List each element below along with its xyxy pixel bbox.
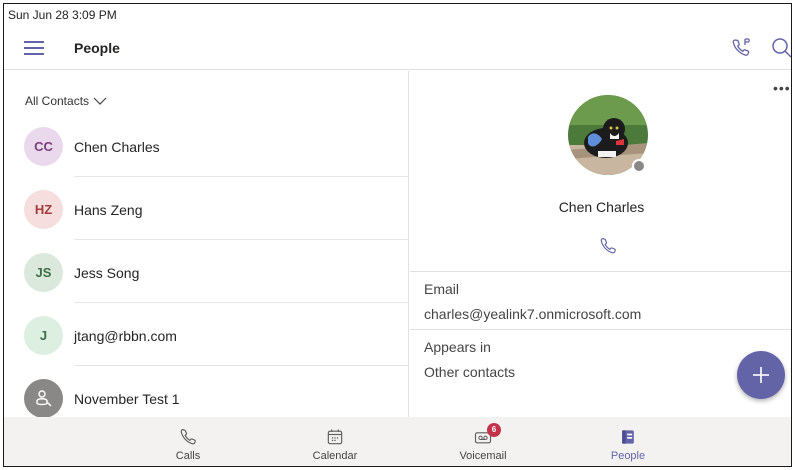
avatar: J bbox=[24, 316, 63, 355]
page-title: People bbox=[74, 40, 120, 56]
divider bbox=[74, 239, 409, 240]
voicemail-count-badge: 6 bbox=[487, 423, 501, 437]
nav-people[interactable]: People bbox=[583, 417, 673, 466]
avatar: CC bbox=[24, 127, 63, 166]
divider bbox=[74, 302, 409, 303]
contacts-filter-dropdown[interactable]: All Contacts bbox=[25, 94, 107, 108]
detail-contact-name: Chen Charles bbox=[558, 199, 645, 215]
avatar: JS bbox=[24, 253, 63, 292]
nav-calendar[interactable]: Calendar bbox=[290, 417, 380, 466]
email-value[interactable]: charles@yealink7.onmicrosoft.com bbox=[424, 306, 641, 322]
nav-calls[interactable]: Calls bbox=[143, 417, 233, 466]
contact-list-pane: All Contacts CC Chen Charles HZ Hans Zen… bbox=[4, 71, 409, 418]
nav-label: People bbox=[610, 450, 646, 462]
menu-icon[interactable] bbox=[24, 40, 44, 56]
divider bbox=[74, 176, 409, 177]
nav-voicemail[interactable]: 6 Voicemail bbox=[438, 417, 528, 466]
status-datetime: Sun Jun 28 3:09 PM bbox=[8, 8, 117, 22]
add-contact-button[interactable] bbox=[737, 351, 785, 399]
search-icon[interactable] bbox=[770, 36, 792, 60]
nav-label: Calendar bbox=[312, 450, 358, 462]
bot-icon bbox=[35, 389, 51, 406]
bottom-nav: Calls Calendar 6 Voicemail People bbox=[4, 417, 791, 466]
plus-icon bbox=[753, 367, 769, 383]
contact-list-item[interactable]: CC Chen Charles bbox=[4, 115, 409, 177]
contact-name: Hans Zeng bbox=[74, 202, 143, 218]
avatar: HZ bbox=[24, 190, 63, 229]
divider bbox=[410, 271, 791, 272]
app-window: Sun Jun 28 3:09 PM People All Contacts C… bbox=[3, 3, 792, 467]
appears-in-value: Other contacts bbox=[424, 364, 516, 380]
nav-label: Voicemail bbox=[459, 450, 507, 462]
contact-detail-pane: ••• Chen Charles Email charles@yealink7.… bbox=[410, 71, 791, 417]
more-options-icon[interactable]: ••• bbox=[773, 81, 791, 95]
status-bar: Sun Jun 28 3:09 PM bbox=[4, 4, 791, 24]
contact-list-item[interactable]: J jtang@rbbn.com bbox=[4, 304, 409, 366]
calendar-icon bbox=[327, 429, 343, 445]
nav-label: Calls bbox=[175, 450, 201, 462]
call-button[interactable] bbox=[598, 236, 618, 256]
call-park-icon[interactable] bbox=[730, 36, 754, 60]
divider bbox=[74, 365, 409, 366]
avatar bbox=[24, 379, 63, 418]
contact-name: Chen Charles bbox=[74, 139, 160, 155]
app-bar: People bbox=[4, 26, 791, 70]
presence-status-dot bbox=[632, 159, 646, 173]
phone-icon bbox=[180, 428, 196, 445]
contact-name: November Test 1 bbox=[74, 391, 180, 407]
people-icon bbox=[622, 430, 634, 444]
appears-in-label: Appears in bbox=[424, 339, 491, 355]
contact-name: Jess Song bbox=[74, 265, 140, 281]
contacts-filter-label: All Contacts bbox=[25, 94, 90, 108]
email-label: Email bbox=[424, 281, 460, 297]
divider bbox=[410, 329, 791, 330]
chevron-down-icon bbox=[93, 97, 107, 105]
contact-list-item[interactable]: HZ Hans Zeng bbox=[4, 178, 409, 240]
contact-list-item[interactable]: JS Jess Song bbox=[4, 241, 409, 303]
contact-name: jtang@rbbn.com bbox=[74, 328, 177, 344]
